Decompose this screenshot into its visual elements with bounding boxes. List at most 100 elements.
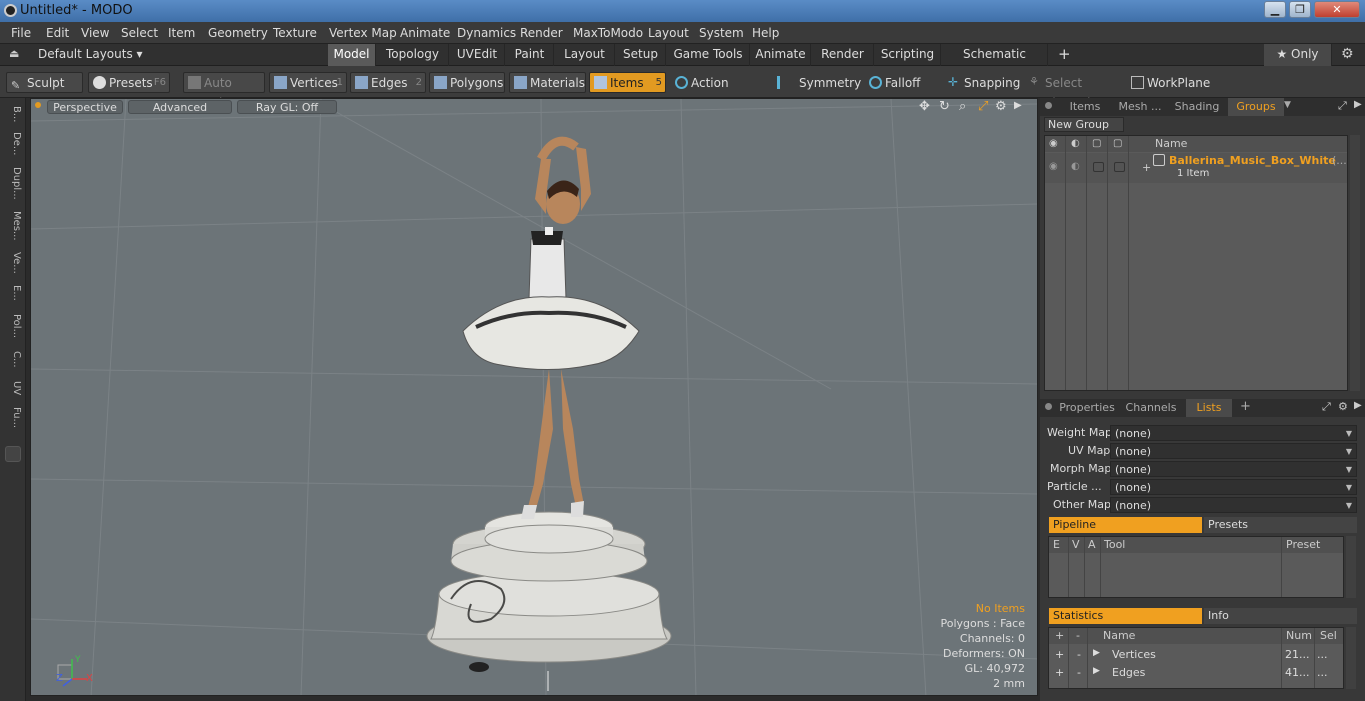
symmetry-button[interactable]: Symmetry [770,72,861,93]
statistics-scrollbar[interactable] [1346,627,1356,689]
panel-maximize-icon[interactable]: ⤢ [1338,99,1347,113]
menu-file[interactable]: File [11,26,31,40]
tab-model[interactable]: Model [328,44,376,66]
lists-settings-gear-icon[interactable]: ⚙ [1338,400,1348,413]
fit-view-icon[interactable]: ⤢ [978,99,988,114]
stats-vertices-sub[interactable]: - [1077,648,1081,661]
stats-edges-add[interactable]: + [1055,666,1064,679]
sculpt-button[interactable]: ✎ Sculpt [6,72,83,93]
close-button[interactable]: ✕ [1314,1,1360,18]
tab-animate[interactable]: Animate [751,44,811,66]
weight-map-dropdown[interactable]: (none) [1110,425,1357,441]
rotate-icon[interactable]: ↻ [939,99,950,114]
lists-arrow-icon[interactable]: ▶ [1354,400,1362,411]
tab-shading[interactable]: Shading [1170,98,1224,116]
settings-gear-icon[interactable]: ⚙ [1341,46,1354,62]
group-visibility-eye-icon[interactable]: ◉ [1049,161,1058,172]
expand-triangle-icon[interactable]: ▶ [1093,648,1100,658]
only-toggle[interactable]: ★ Only [1264,44,1332,66]
tab-render[interactable]: Render [812,44,874,66]
zoom-icon[interactable]: ⌕ [959,99,966,114]
menu-animate[interactable]: Animate [400,26,450,40]
tab-groups[interactable]: Groups [1228,98,1284,116]
edges-button[interactable]: Edges 2 [350,72,426,93]
menu-render[interactable]: Render [520,26,563,40]
menu-system[interactable]: System [699,26,744,40]
snapping-button[interactable]: ✛ Snapping [943,72,1021,93]
panel-arrow-icon[interactable]: ▶ [1354,99,1362,110]
tab-uvedit[interactable]: UVEdit [450,44,505,66]
menu-edit[interactable]: Edit [46,26,69,40]
menu-dynamics[interactable]: Dynamics [457,26,516,40]
tab-lists[interactable]: Lists [1186,399,1232,417]
tab-mesh[interactable]: Mesh ... [1112,98,1168,116]
menu-texture[interactable]: Texture [273,26,317,40]
group-expand-icon[interactable]: + [1142,161,1151,174]
new-group-button[interactable]: New Group [1044,117,1124,132]
viewport-expand-arrow-icon[interactable]: ▶ [1014,100,1022,111]
lists-maximize-icon[interactable]: ⤢ [1322,400,1331,414]
raygl-toggle[interactable]: Ray GL: Off [237,100,337,114]
menu-select[interactable]: Select [121,26,158,40]
tab-properties[interactable]: Properties [1056,399,1118,417]
view-type-dropdown[interactable]: Perspective [47,100,123,114]
pipeline-tab[interactable]: Pipeline [1049,517,1202,533]
left-tab-more-button[interactable] [5,446,21,462]
default-layouts-dropdown[interactable]: Default Layouts ▾ [38,47,143,61]
particle-map-dropdown[interactable]: (none) [1110,479,1357,495]
action-center-button[interactable]: Action Center [670,72,766,110]
menu-item[interactable]: Item [168,26,195,40]
group-lock-checkbox[interactable] [1093,162,1104,172]
collapse-icon[interactable]: ⏏ [9,47,19,60]
polygons-button[interactable]: Polygons [429,72,505,93]
left-tab-polygon[interactable]: Pol... [4,310,22,342]
group-render-icon[interactable]: ◐ [1071,161,1080,172]
group-row[interactable]: ◉ ◐ + Ballerina_Music_Box_White (... 1 I… [1045,153,1347,183]
tab-items[interactable]: Items [1060,98,1110,116]
select-through-button[interactable]: ⚘ Select Through [1024,72,1120,110]
stats-row-edges[interactable]: + - ▶ Edges 41... ... [1049,664,1343,682]
shading-mode-dropdown[interactable]: Advanced [128,100,232,114]
tabs-dropdown-icon[interactable]: ▼ [1284,100,1291,110]
tab-scripting[interactable]: Scripting [875,44,941,66]
presets-tab[interactable]: Presets [1204,517,1357,533]
add-list-tab-icon[interactable]: + [1240,399,1251,414]
menu-view[interactable]: View [81,26,109,40]
add-tab-icon[interactable]: + [1058,45,1071,63]
other-map-dropdown[interactable]: (none) [1110,497,1357,513]
tab-layout[interactable]: Layout [555,44,615,66]
left-tab-duplicate[interactable]: Dupl... [4,164,22,202]
left-tab-mesh-edit[interactable]: Mes... [4,208,22,244]
left-tab-fusion[interactable]: Fu... [4,404,22,432]
presets-button[interactable]: Presets F6 [88,72,170,93]
groups-scrollbar[interactable] [1350,135,1360,391]
menu-geometry[interactable]: Geometry [208,26,268,40]
info-tab[interactable]: Info [1204,608,1357,624]
pipeline-scrollbar[interactable] [1346,536,1356,598]
tab-topology[interactable]: Topology [377,44,449,66]
menu-maxtomodo[interactable]: MaxToModo [573,26,643,40]
vertices-button[interactable]: Vertices 1 [269,72,347,93]
auto-select-button[interactable]: Auto Select [183,72,265,110]
morph-map-dropdown[interactable]: (none) [1110,461,1357,477]
tab-setup[interactable]: Setup [616,44,666,66]
menu-help[interactable]: Help [752,26,779,40]
tab-channels[interactable]: Channels [1122,399,1180,417]
pan-icon[interactable]: ✥ [919,99,930,114]
maximize-button[interactable]: ❐ [1289,1,1311,18]
expand-triangle-icon[interactable]: ▶ [1093,666,1100,676]
left-tab-uv[interactable]: UV [4,378,22,398]
items-button[interactable]: Items 5 [589,72,666,93]
left-tab-deform[interactable]: De... [4,130,22,158]
tab-game-tools[interactable]: Game Tools [667,44,750,66]
stats-edges-sub[interactable]: - [1077,666,1081,679]
minimize-button[interactable]: ▁ [1264,1,1286,18]
tab-schematic-fusion[interactable]: Schematic Fusion [942,44,1048,82]
materials-button[interactable]: Materials [509,72,586,93]
statistics-tab[interactable]: Statistics [1049,608,1202,624]
workplane-button[interactable]: WorkPlane [1126,72,1215,93]
menu-layout[interactable]: Layout [648,26,689,40]
left-tab-basic[interactable]: B... [4,102,22,126]
left-tab-vertex[interactable]: Ve... [4,250,22,276]
uv-map-dropdown[interactable]: (none) [1110,443,1357,459]
